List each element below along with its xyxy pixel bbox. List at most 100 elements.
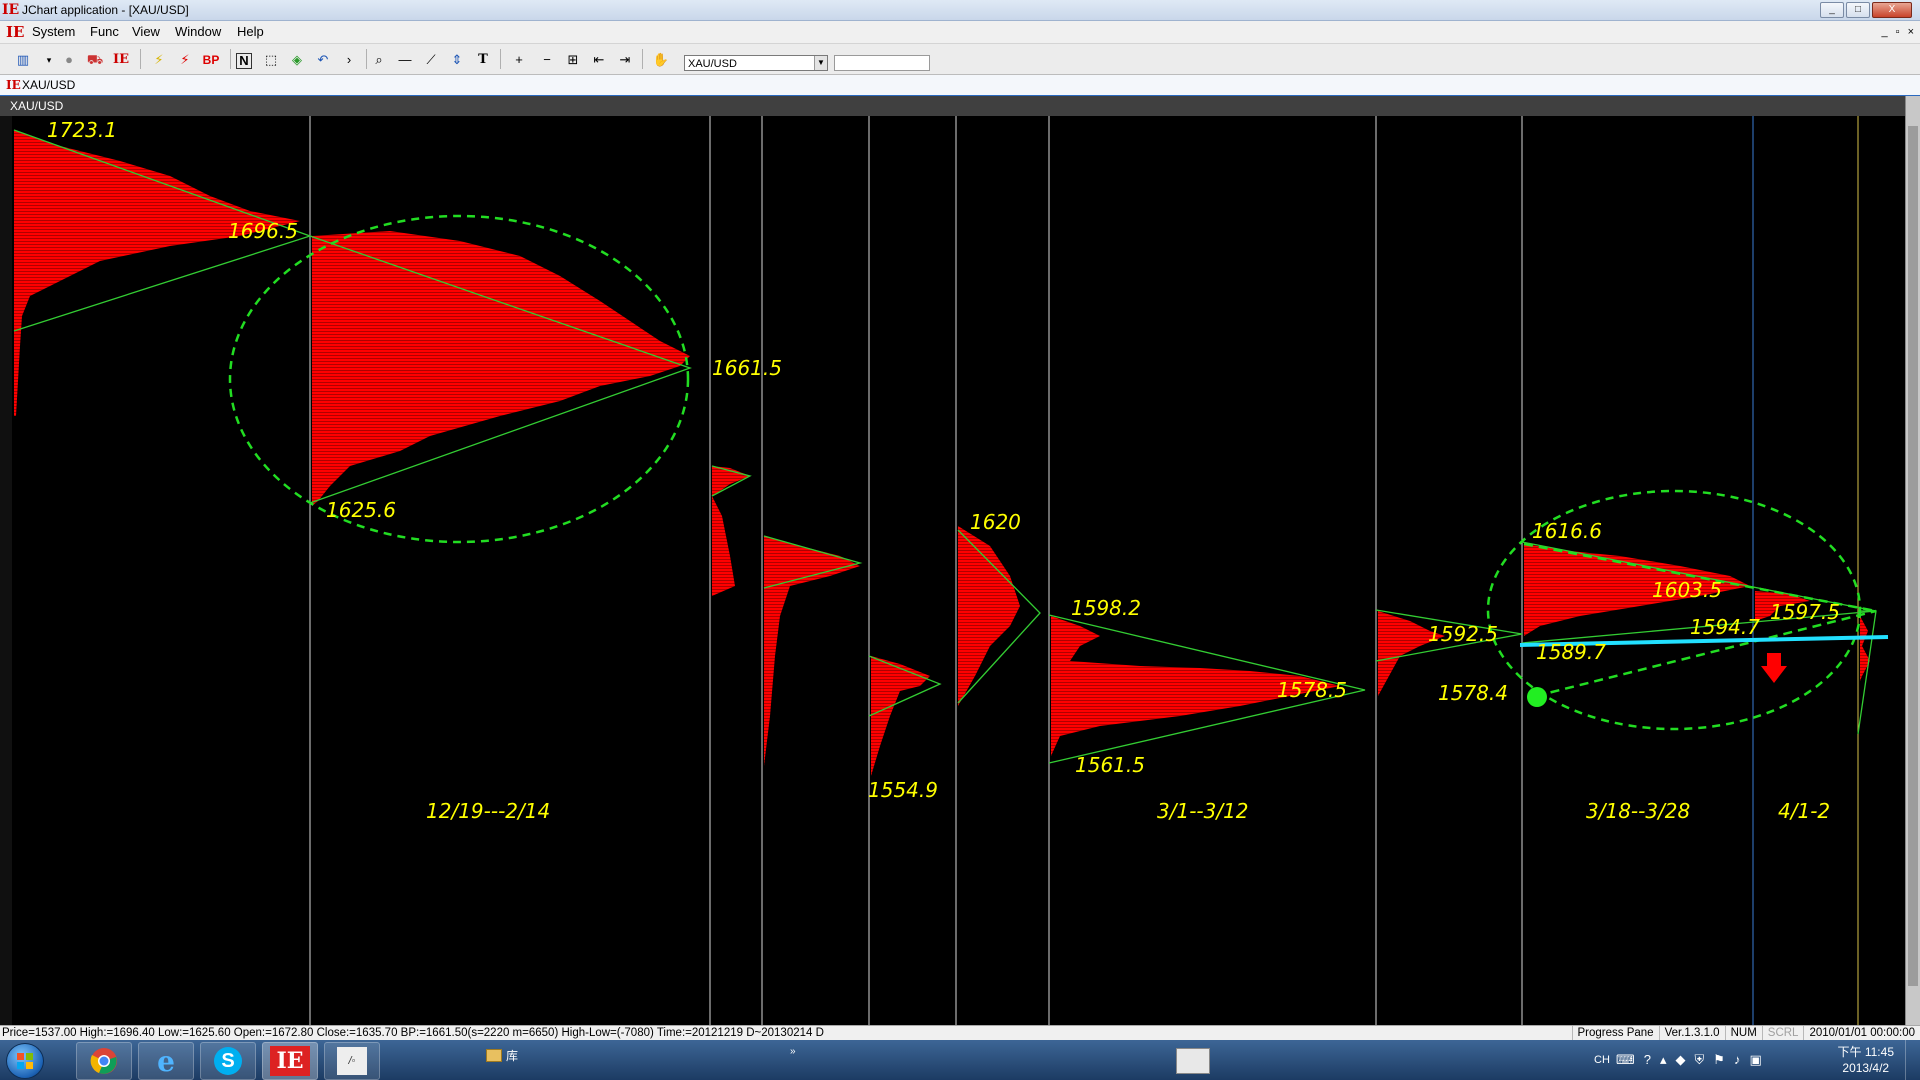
taskbar-app[interactable]: /◦ (324, 1042, 380, 1080)
period-label-3: 3/18--3/28 (1586, 799, 1690, 823)
internet-explorer-icon: e (157, 1044, 175, 1078)
menu-system[interactable]: System (32, 21, 75, 43)
maximize-button[interactable]: □ (1846, 2, 1870, 18)
symbol-input[interactable] (834, 55, 930, 71)
chart-pane[interactable]: XAU/USD 1723.1 1696.5 1661.5 1625.6 1620… (0, 96, 1920, 1026)
minimize-button[interactable]: _ (1820, 2, 1844, 18)
taskbar-folder-label: 库 (506, 1049, 519, 1063)
n-button[interactable]: N (236, 53, 252, 69)
cube-icon[interactable]: ◈ (288, 51, 306, 69)
label-1696: 1696.5 (228, 219, 298, 243)
magnifier-icon[interactable]: ⌕ (370, 51, 388, 69)
chart-window-icon: IE (6, 78, 21, 92)
pen-tablet-icon[interactable] (1176, 1048, 1210, 1074)
status-bar: Price=1537.00 High:=1696.40 Low:=1625.60… (0, 1025, 1920, 1040)
circle-icon[interactable]: ● (60, 51, 78, 69)
system-clock[interactable]: 下午 11:45 2013/4/2 (1838, 1044, 1894, 1076)
label-1592: 1592.5 (1428, 622, 1498, 646)
mdi-restore-button[interactable]: ▫ (1896, 21, 1900, 43)
undo-icon[interactable]: ↶ (314, 51, 332, 69)
label-1578-5: 1578.5 (1277, 678, 1347, 702)
menu-window[interactable]: Window (175, 21, 221, 43)
profile-11 (1860, 616, 1870, 681)
taskbar-skype[interactable]: S (200, 1042, 256, 1080)
period-label-2: 3/1--3/12 (1157, 799, 1249, 823)
network-icon[interactable]: ▣ (1749, 1052, 1761, 1068)
select-cursor-icon[interactable]: ⬚ (262, 51, 280, 69)
toolbar: ▥ ▾ ● ⛟ IE ⚡ ⚡ BP N ⬚ ◈ ↶ › ⌕ — ⟋ ⇕ T + … (0, 44, 1920, 75)
taskbar-jchart[interactable]: IE (262, 1042, 318, 1080)
toolbar-separator (500, 49, 501, 69)
label-1594: 1594.7 (1690, 615, 1760, 639)
price-axis (0, 116, 12, 1026)
scroll-left-icon[interactable]: ⇤ (590, 51, 608, 69)
tray-expand-icon[interactable]: ▴ (1660, 1052, 1667, 1068)
help-icon[interactable]: ? (1644, 1052, 1651, 1068)
mdi-minimize-button[interactable]: _ (1882, 21, 1888, 43)
taskbar-overflow-icon[interactable]: » (790, 1046, 796, 1057)
bp-button[interactable]: BP (200, 51, 222, 69)
profile-6 (958, 526, 1020, 706)
zoom-in-icon[interactable]: + (510, 51, 528, 69)
bar-chart-icon[interactable]: ▥ (14, 51, 32, 69)
start-button[interactable] (6, 1043, 44, 1079)
pane-name: Progress Pane (1571, 1026, 1659, 1040)
menu-help[interactable]: Help (237, 21, 264, 43)
taskbar: e S IE /◦ » 库 CH ⌨ ? ▴ ◆ ⛨ ⚑ ♪ ▣ 下午 11:4… (0, 1040, 1920, 1080)
show-desktop-button[interactable] (1905, 1040, 1920, 1080)
taskbar-ie[interactable]: e (138, 1042, 194, 1080)
folder-icon (486, 1049, 502, 1062)
lightning-yellow-icon[interactable]: ⚡ (150, 51, 168, 69)
app-tray-icon[interactable]: ◆ (1676, 1052, 1686, 1068)
symbol-value: XAU/USD (688, 58, 737, 70)
toolbar-separator (230, 49, 231, 69)
label-1561: 1561.5 (1075, 753, 1145, 777)
next-arrow-icon[interactable]: › (340, 51, 358, 69)
hand-tool-icon[interactable]: ✋ (652, 51, 670, 69)
ie-logo-icon[interactable]: IE (112, 51, 130, 69)
label-1616: 1616.6 (1532, 519, 1602, 543)
toolbar-separator (366, 49, 367, 69)
lightning-red-icon[interactable]: ⚡ (176, 51, 194, 69)
menu-view[interactable]: View (132, 21, 160, 43)
menu-bar: IE System Func View Window Help _ ▫ × (0, 21, 1920, 44)
skype-icon: S (214, 1047, 242, 1075)
text-tool-button[interactable]: T (474, 51, 492, 69)
car-icon[interactable]: ⛟ (86, 51, 104, 69)
close-button[interactable]: X (1872, 2, 1912, 18)
keyboard-icon[interactable]: ⌨ (1616, 1052, 1635, 1068)
market-profile-chart[interactable]: 1723.1 1696.5 1661.5 1625.6 1620 1598.2 … (0, 116, 1906, 1026)
grid-icon[interactable]: ⊞ (564, 51, 582, 69)
scrollbar-thumb[interactable] (1908, 126, 1918, 986)
diagonal-line-icon[interactable]: ⟋ (422, 51, 440, 69)
symbol-dropdown[interactable]: XAU/USD ▼ (684, 55, 828, 71)
dropdown-arrow-icon[interactable]: ▾ (40, 51, 58, 69)
window-controls: _ □ X (1820, 2, 1912, 18)
taskbar-folder[interactable]: 库 (486, 1047, 518, 1064)
flag-icon[interactable]: ⚑ (1713, 1052, 1725, 1068)
taskbar-chrome[interactable] (76, 1042, 132, 1080)
volume-icon[interactable]: ♪ (1734, 1052, 1741, 1068)
period-label-4: 4/1-2 (1778, 799, 1830, 823)
shield-icon[interactable]: ⛨ (1695, 1052, 1705, 1068)
down-arrow-icon (1761, 653, 1787, 683)
period-labels: 12/19---2/14 3/1--3/12 3/18--3/28 4/1-2 (426, 799, 1830, 823)
chrome-icon (90, 1048, 117, 1074)
language-indicator[interactable]: CH (1594, 1054, 1610, 1066)
zoom-out-icon[interactable]: − (538, 51, 556, 69)
label-1598: 1598.2 (1071, 596, 1141, 620)
horizontal-line-icon[interactable]: — (396, 51, 414, 69)
arrows-vertical-icon[interactable]: ⇕ (448, 51, 466, 69)
menu-app-icon[interactable]: IE (6, 23, 24, 41)
profile-2 (312, 231, 690, 506)
version-label: Ver.1.3.1.0 (1658, 1026, 1725, 1040)
document-tab[interactable]: XAU/USD (22, 75, 75, 95)
chevron-down-icon[interactable]: ▼ (814, 56, 827, 70)
vertical-scrollbar[interactable] (1905, 96, 1920, 1026)
menu-func[interactable]: Func (90, 21, 119, 43)
scroll-right-icon[interactable]: ⇥ (616, 51, 634, 69)
profile-5 (871, 656, 930, 776)
mdi-close-button[interactable]: × (1908, 21, 1914, 43)
label-1723: 1723.1 (47, 118, 117, 142)
windows-logo-icon (17, 1053, 33, 1069)
